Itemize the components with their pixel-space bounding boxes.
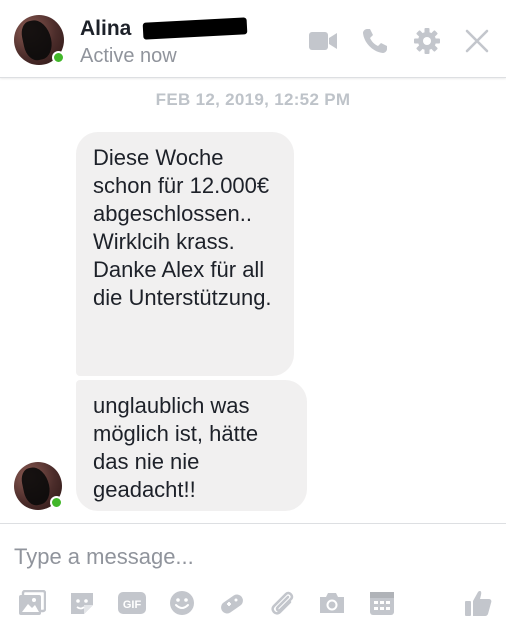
phone-icon[interactable] [360, 26, 390, 56]
online-indicator [52, 51, 65, 64]
sender-avatar[interactable] [14, 462, 63, 510]
game-controller-icon[interactable] [216, 587, 248, 619]
message-composer: GIF [0, 523, 506, 629]
calendar-icon[interactable] [366, 587, 398, 619]
contact-name[interactable]: Alina [80, 17, 131, 41]
sticker-icon[interactable] [66, 587, 98, 619]
gif-icon[interactable]: GIF [116, 587, 148, 619]
image-icon[interactable] [16, 587, 48, 619]
paperclip-icon[interactable] [266, 587, 298, 619]
svg-text:GIF: GIF [123, 599, 142, 611]
message-bubble[interactable]: unglaublich was möglich ist, hätte das n… [76, 380, 307, 511]
chat-header: Alina Active now [0, 0, 506, 78]
gear-icon[interactable] [412, 26, 442, 56]
close-icon[interactable] [462, 26, 492, 56]
presence-status: Active now [80, 45, 177, 67]
name-redaction [142, 17, 248, 40]
message-input[interactable] [14, 538, 484, 576]
video-camera-icon[interactable] [308, 26, 338, 56]
camera-icon[interactable] [316, 587, 348, 619]
message-bubble[interactable]: Diese Woche schon für 12.000€ abgeschlos… [76, 132, 294, 376]
thumbs-up-icon[interactable] [462, 587, 494, 619]
emoji-icon[interactable] [166, 587, 198, 619]
online-indicator [50, 496, 63, 509]
contact-avatar[interactable] [14, 15, 65, 65]
message-timestamp: FEB 12, 2019, 12:52 PM [155, 90, 351, 109]
